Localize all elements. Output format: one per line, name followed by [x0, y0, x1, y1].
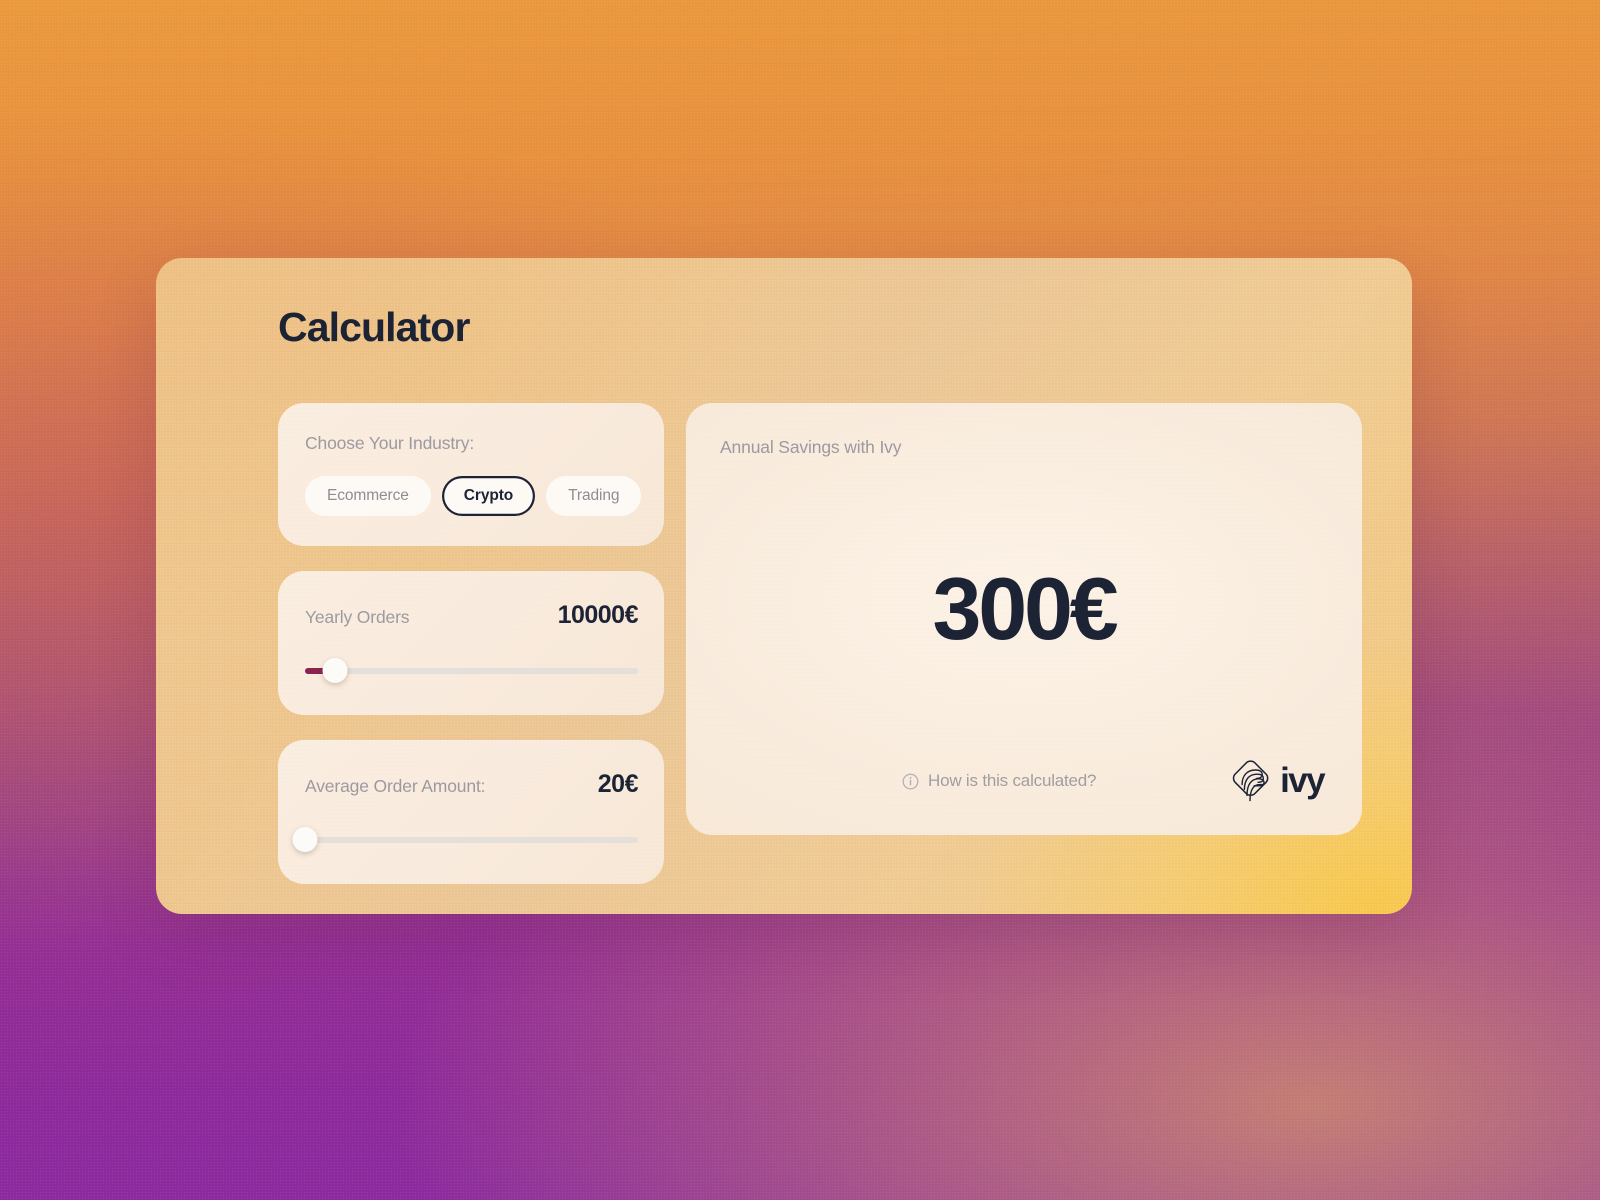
yearly-orders-value: 10000€: [557, 600, 639, 629]
page-background: Calculator Choose Your Industry: Ecommer…: [0, 0, 1600, 1200]
yearly-orders-slider[interactable]: [305, 658, 638, 683]
result-panel: Annual Savings with Ivy 300€ How is this…: [686, 403, 1362, 835]
slider-track: [305, 667, 638, 674]
page-title: Calculator: [278, 304, 470, 350]
industry-chip-group: Ecommerce Crypto Trading: [305, 476, 642, 516]
slider-thumb[interactable]: [292, 827, 318, 852]
slider-track: [305, 836, 638, 843]
yearly-orders-header: Yearly Orders 10000€: [305, 600, 639, 630]
industry-chip-crypto[interactable]: Crypto: [441, 476, 536, 516]
industry-chip-trading[interactable]: Trading: [546, 476, 642, 516]
yearly-orders-label: Yearly Orders: [305, 606, 410, 627]
average-order-amount-slider[interactable]: [292, 827, 638, 852]
result-value-container: 300€: [720, 458, 1328, 759]
average-order-amount-header: Average Order Amount: 20€: [305, 769, 639, 799]
calculator-card: Calculator Choose Your Industry: Ecommer…: [156, 258, 1412, 914]
result-label: Annual Savings with Ivy: [720, 437, 902, 457]
ivy-logo: ivy: [1229, 759, 1326, 803]
how-is-this-calculated-link[interactable]: How is this calculated?: [902, 771, 1097, 791]
average-order-amount-label: Average Order Amount:: [305, 775, 486, 796]
industry-label: Choose Your Industry:: [305, 433, 475, 453]
average-order-amount-value: 20€: [597, 769, 639, 798]
yearly-orders-panel: Yearly Orders 10000€: [278, 570, 664, 715]
industry-panel: Choose Your Industry: Ecommerce Crypto T…: [278, 403, 664, 546]
inputs-column: Choose Your Industry: Ecommerce Crypto T…: [278, 403, 664, 884]
calculator-grid: Choose Your Industry: Ecommerce Crypto T…: [278, 403, 1362, 884]
ivy-diamond-logo-icon: [1229, 759, 1271, 803]
industry-chip-ecommerce[interactable]: Ecommerce: [305, 476, 431, 516]
info-circle-icon: [902, 773, 919, 790]
result-value: 300€: [932, 558, 1119, 658]
how-is-this-calculated-label: How is this calculated?: [928, 771, 1097, 790]
average-order-amount-panel: Average Order Amount: 20€: [278, 739, 664, 884]
ivy-wordmark: ivy: [1280, 761, 1325, 801]
slider-thumb[interactable]: [322, 658, 348, 683]
result-footer: How is this calculated? ivy: [720, 759, 1328, 805]
